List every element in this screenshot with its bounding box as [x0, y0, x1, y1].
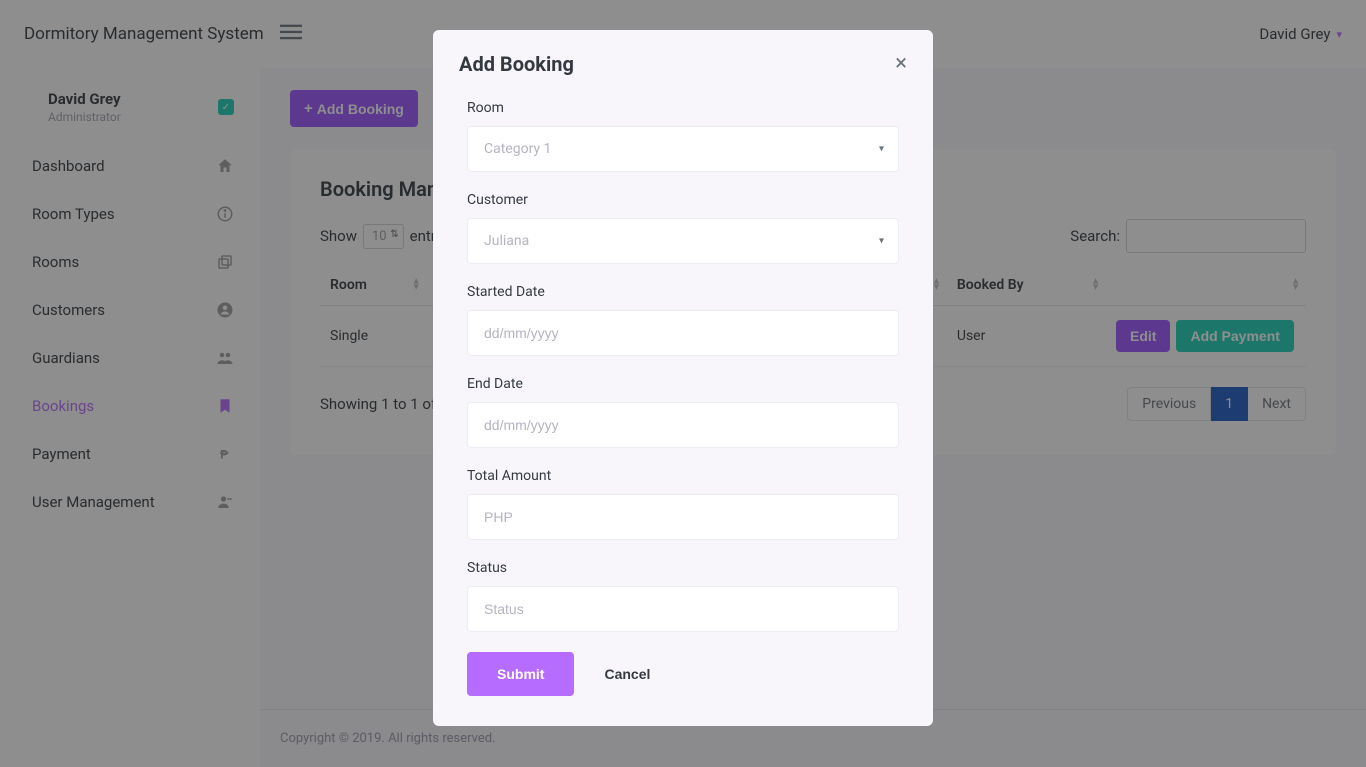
start-date-input[interactable] [467, 310, 899, 356]
end-date-input[interactable] [467, 402, 899, 448]
submit-button[interactable]: Submit [467, 652, 574, 696]
modal-header: Add Booking × [433, 30, 933, 86]
customer-select-value: Juliana [484, 233, 529, 249]
end-date-label: End Date [467, 376, 899, 392]
total-amount-input[interactable] [467, 494, 899, 540]
modal-title: Add Booking [459, 52, 574, 76]
close-icon[interactable]: × [895, 53, 907, 75]
room-select[interactable]: Category 1 [467, 126, 899, 172]
add-booking-modal: Add Booking × Room Category 1 Customer J… [433, 30, 933, 726]
customer-select[interactable]: Juliana [467, 218, 899, 264]
total-amount-label: Total Amount [467, 468, 899, 484]
status-label: Status [467, 560, 899, 576]
start-date-label: Started Date [467, 284, 899, 300]
room-label: Room [467, 100, 899, 116]
modal-body: Room Category 1 Customer Juliana Started… [433, 86, 933, 632]
customer-label: Customer [467, 192, 899, 208]
status-input[interactable] [467, 586, 899, 632]
cancel-button[interactable]: Cancel [604, 666, 650, 682]
modal-actions: Submit Cancel [433, 652, 933, 696]
room-select-value: Category 1 [484, 141, 551, 157]
